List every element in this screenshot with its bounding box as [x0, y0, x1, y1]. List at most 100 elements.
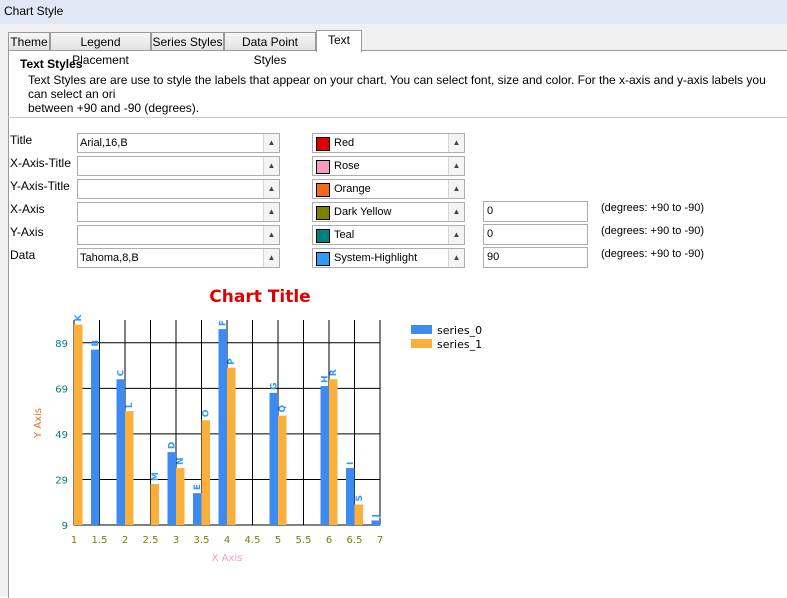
angle-input-data[interactable]: 90: [483, 247, 588, 268]
chart-preview: BCDEFGHIJKLMNOPQRS1 1.5 2 2.5 3 3.5 4 4.5 5 5.5 6 6…: [33, 287, 482, 564]
bar-series_0: [346, 468, 355, 525]
color-picker-x-axis[interactable]: Dark Yellow ▲: [312, 202, 465, 222]
bar-series_0: [371, 520, 380, 525]
x-tick-label: 1: [71, 535, 77, 546]
data-label: R: [329, 369, 339, 376]
x-tick-label: 3.5: [194, 535, 210, 546]
tab-series-styles[interactable]: Series Styles: [151, 32, 224, 50]
font-picker-x-axis-title[interactable]: ▲: [77, 156, 280, 176]
data-label: B: [91, 340, 101, 347]
spin-up-icon[interactable]: ▲: [448, 203, 464, 221]
window-title: Chart Style: [4, 4, 64, 18]
tab-legend-placement[interactable]: Legend Placement: [50, 32, 151, 67]
font-picker-y-axis[interactable]: ▲: [77, 225, 280, 245]
section-description: Text Styles are are use to style the lab…: [28, 73, 766, 115]
angle-value: 90: [487, 251, 500, 263]
legend-swatch: [411, 339, 432, 348]
bar-series_0: [167, 452, 176, 525]
spin-up-icon[interactable]: ▲: [263, 249, 279, 267]
data-label: P: [227, 358, 237, 365]
spin-up-icon[interactable]: ▲: [263, 203, 279, 221]
data-label: I: [346, 462, 356, 465]
bar-series_1: [227, 367, 236, 525]
tab-label: Text: [327, 33, 350, 47]
bar-series_1: [201, 420, 210, 525]
font-picker-data[interactable]: Tahoma,8,B ▲: [77, 248, 280, 268]
y-tick-label: 49: [55, 430, 68, 441]
separator: [8, 117, 787, 118]
color-swatch: [316, 137, 330, 151]
chart-title: Chart Title: [209, 287, 310, 307]
font-picker-title[interactable]: Arial,16,B ▲: [77, 133, 280, 153]
color-swatch: [316, 229, 330, 243]
tab-text[interactable]: Text: [316, 30, 362, 52]
degrees-note-x-axis: (degrees: +90 to -90): [601, 202, 705, 214]
spin-up-icon[interactable]: ▲: [448, 157, 464, 175]
x-tick-label: 6.5: [347, 535, 363, 546]
spin-up-icon[interactable]: ▲: [448, 180, 464, 198]
spin-up-icon[interactable]: ▲: [263, 180, 279, 198]
row-label-data: Data: [10, 248, 36, 262]
bar-series_0: [193, 493, 202, 525]
angle-input-x-axis[interactable]: 0: [483, 201, 588, 222]
spin-up-icon[interactable]: ▲: [263, 157, 279, 175]
font-picker-x-axis[interactable]: ▲: [77, 202, 280, 222]
angle-value: 0: [487, 228, 494, 240]
bar-series_0: [116, 379, 125, 525]
bar-series_1: [329, 379, 338, 525]
color-picker-y-axis-title[interactable]: Orange ▲: [312, 179, 465, 199]
legend-swatch: [411, 325, 432, 334]
y-tick-label: 89: [55, 339, 68, 350]
color-name: Teal: [334, 229, 355, 241]
x-tick-label: 5: [275, 535, 281, 546]
bar-series_1: [74, 324, 83, 525]
bar-series_0: [320, 386, 329, 525]
spin-up-icon[interactable]: ▲: [448, 134, 464, 152]
color-name: Orange: [334, 183, 371, 195]
row-label-x-axis: X-Axis: [10, 202, 45, 216]
x-tick-label: 5.5: [296, 535, 312, 546]
bar-series_1: [278, 415, 287, 525]
spin-up-icon[interactable]: ▲: [448, 249, 464, 267]
bar-series_0: [91, 349, 100, 525]
spin-up-icon[interactable]: ▲: [263, 134, 279, 152]
x-tick-label: 3: [173, 535, 179, 546]
y-tick-label: 69: [55, 384, 68, 395]
data-label: G: [270, 382, 280, 389]
row-label-y-axis: Y-Axis: [10, 225, 44, 239]
color-swatch: [316, 183, 330, 197]
spin-up-icon[interactable]: ▲: [263, 226, 279, 244]
tab-data-point-styles[interactable]: Data Point Styles: [224, 32, 316, 67]
y-tick-label: 9: [62, 521, 68, 532]
color-name: Red: [334, 137, 355, 149]
window-titlebar: Chart Style: [0, 0, 787, 25]
spin-up-icon[interactable]: ▲: [448, 226, 464, 244]
legend-label: series_0: [437, 324, 482, 337]
data-label: D: [168, 442, 178, 449]
color-picker-x-axis-title[interactable]: Rose ▲: [312, 156, 465, 176]
font-picker-y-axis-title[interactable]: ▲: [77, 179, 280, 199]
data-label: Q: [278, 405, 288, 413]
data-label: K: [74, 314, 84, 322]
x-tick-label: 1.5: [92, 535, 108, 546]
color-picker-data[interactable]: System-Highlight ▲: [312, 248, 465, 268]
color-swatch: [316, 206, 330, 220]
angle-input-y-axis[interactable]: 0: [483, 224, 588, 245]
x-tick-label: 4: [224, 535, 230, 546]
color-picker-y-axis[interactable]: Teal ▲: [312, 225, 465, 245]
data-label: F: [219, 320, 229, 326]
tab-theme[interactable]: Theme: [8, 32, 50, 50]
x-axis-title: X Axis: [212, 553, 243, 564]
x-tick-label: 6: [326, 535, 332, 546]
tab-label: Theme: [10, 35, 48, 49]
x-tick-label: 2: [122, 535, 128, 546]
row-label-x-axis-title: X-Axis-Title: [10, 156, 71, 170]
color-picker-title[interactable]: Red ▲: [312, 133, 465, 153]
bar-series_0: [218, 329, 227, 525]
font-value: Arial,16,B: [80, 137, 128, 149]
x-tick-label: 4.5: [245, 535, 261, 546]
bar-series_1: [150, 484, 159, 525]
angle-value: 0: [487, 205, 494, 217]
bar-series_1: [176, 468, 185, 525]
legend-label: series_1: [437, 338, 482, 351]
